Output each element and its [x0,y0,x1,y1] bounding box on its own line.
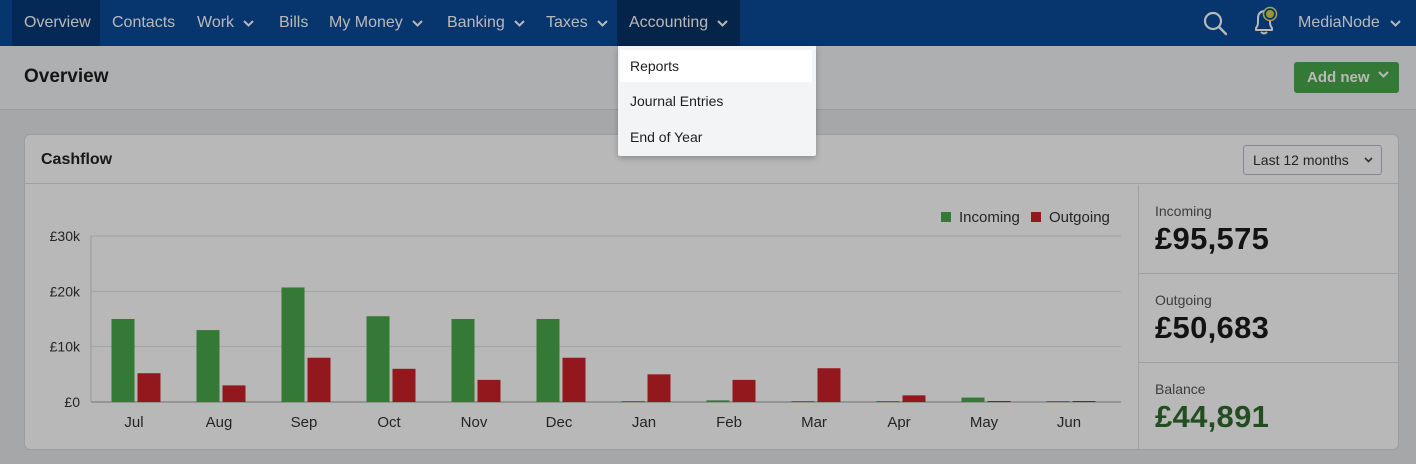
incoming-bar[interactable] [281,287,305,402]
menu-item-journal-entries[interactable]: Journal Entries [620,85,812,117]
legend-swatch [941,212,951,222]
incoming-bar[interactable] [791,401,815,402]
balance-value: £44,891 [1155,399,1270,434]
page-title: Overview [24,66,109,87]
nav-item-banking[interactable]: Banking [447,0,525,46]
incoming-bar[interactable] [196,330,220,402]
nav-item-bills[interactable]: Bills [279,0,308,46]
incoming-bar[interactable] [961,397,985,402]
x-tick-label: May [970,414,999,431]
chevron-down-icon [412,19,423,27]
y-tick-label: £30k [50,228,81,244]
y-tick-label: £10k [50,339,81,355]
menu-item-label: End of Year [630,129,703,145]
user-menu[interactable]: MediaNode [1298,0,1401,46]
outgoing-bar[interactable] [902,395,926,402]
nav-item-label: Overview [24,14,91,31]
outgoing-bar[interactable] [477,379,501,402]
user-name: MediaNode [1298,14,1380,31]
outgoing-label: Outgoing [1155,292,1212,308]
chevron-down-icon [1378,71,1389,78]
menu-item-reports[interactable]: Reports [620,50,812,82]
outgoing-value: £50,683 [1155,310,1270,345]
y-tick-label: £20k [50,283,81,299]
cashflow-summary: Incoming £95,575 Outgoing £50,683 Balanc… [1138,185,1398,449]
legend-label: Incoming [959,209,1020,226]
nav-item-work[interactable]: Work [197,0,254,46]
incoming-summary: Incoming £95,575 [1139,185,1398,274]
incoming-label: Incoming [1155,203,1212,219]
x-tick-label: Feb [716,414,742,431]
menu-item-label: Reports [630,58,680,74]
incoming-bar[interactable] [111,319,135,402]
nav-item-contacts[interactable]: Contacts [112,0,175,46]
outgoing-bar[interactable] [392,368,416,402]
notification-bell-icon[interactable] [1249,5,1283,37]
incoming-bar[interactable] [876,401,900,402]
balance-label: Balance [1155,381,1206,397]
cashflow-title: Cashflow [41,151,113,168]
outgoing-summary: Outgoing £50,683 [1139,274,1398,363]
add-new-label: Add new [1307,69,1370,86]
incoming-bar[interactable] [451,319,475,402]
legend-swatch [1031,212,1041,222]
x-tick-label: Nov [461,414,488,431]
incoming-bar[interactable] [621,401,645,402]
menu-item-label: Journal Entries [630,93,724,109]
chevron-down-icon [514,19,525,27]
search-icon[interactable] [1202,10,1228,36]
nav-item-label: Contacts [112,14,176,31]
nav-item-label: Work [197,14,235,31]
x-tick-label: Dec [546,414,573,431]
y-tick-label: £0 [64,394,80,410]
balance-summary: Balance £44,891 [1139,363,1398,449]
outgoing-bar[interactable] [647,374,671,402]
incoming-bar[interactable] [536,319,560,402]
accounting-dropdown-menu: Reports Journal Entries End of Year [618,46,816,156]
outgoing-bar[interactable] [1072,401,1096,402]
chevron-down-icon [717,19,728,27]
menu-item-end-of-year[interactable]: End of Year [620,121,812,153]
nav-item-label: Accounting [629,14,709,31]
incoming-bar[interactable] [366,316,390,402]
x-tick-label: Mar [801,414,827,431]
top-navigation: Overview Contacts Work Bills My Money Ba… [0,0,1416,46]
outgoing-bar[interactable] [987,401,1011,402]
x-tick-label: Jan [632,414,656,431]
x-tick-label: Jul [124,414,143,431]
nav-item-taxes[interactable]: Taxes [546,0,608,46]
cashflow-chart: £0 £10k £20k £30k Jul Aug Sep Oct Nov Dec Jan Feb Ma… [50,209,1121,431]
nav-item-my-money[interactable]: My Money [329,0,423,46]
incoming-value: £95,575 [1155,221,1270,256]
outgoing-bar[interactable] [732,379,756,402]
x-tick-label: Oct [377,414,401,431]
chevron-down-icon [597,19,608,27]
incoming-bar[interactable] [706,400,730,402]
x-tick-label: Apr [887,414,910,431]
add-new-button[interactable]: Add new [1294,62,1399,93]
nav-item-label: Taxes [546,14,588,31]
date-range-value: Last 12 months [1253,152,1349,168]
x-tick-label: Aug [206,414,233,431]
nav-item-label: Bills [279,14,309,31]
outgoing-bar[interactable] [222,385,246,402]
nav-item-label: My Money [329,14,403,31]
outgoing-bar[interactable] [817,368,841,402]
chevron-down-icon [243,19,254,27]
chevron-down-icon [1390,19,1401,27]
date-range-select[interactable]: Last 12 months [1243,145,1382,175]
x-tick-label: Jun [1057,414,1081,431]
chevron-down-icon [1364,157,1373,163]
outgoing-bar[interactable] [307,357,331,402]
nav-item-accounting[interactable]: Accounting [617,0,740,46]
cashflow-card: Cashflow Last 12 months £0 £10k £20k £30k Ju… [24,134,1399,450]
legend-label: Outgoing [1049,209,1110,226]
x-tick-label: Sep [291,414,318,431]
outgoing-bar[interactable] [562,357,586,402]
incoming-bar[interactable] [1046,401,1070,402]
nav-item-label: Banking [447,14,505,31]
outgoing-bar[interactable] [137,373,161,402]
nav-item-overview[interactable]: Overview [12,0,100,46]
